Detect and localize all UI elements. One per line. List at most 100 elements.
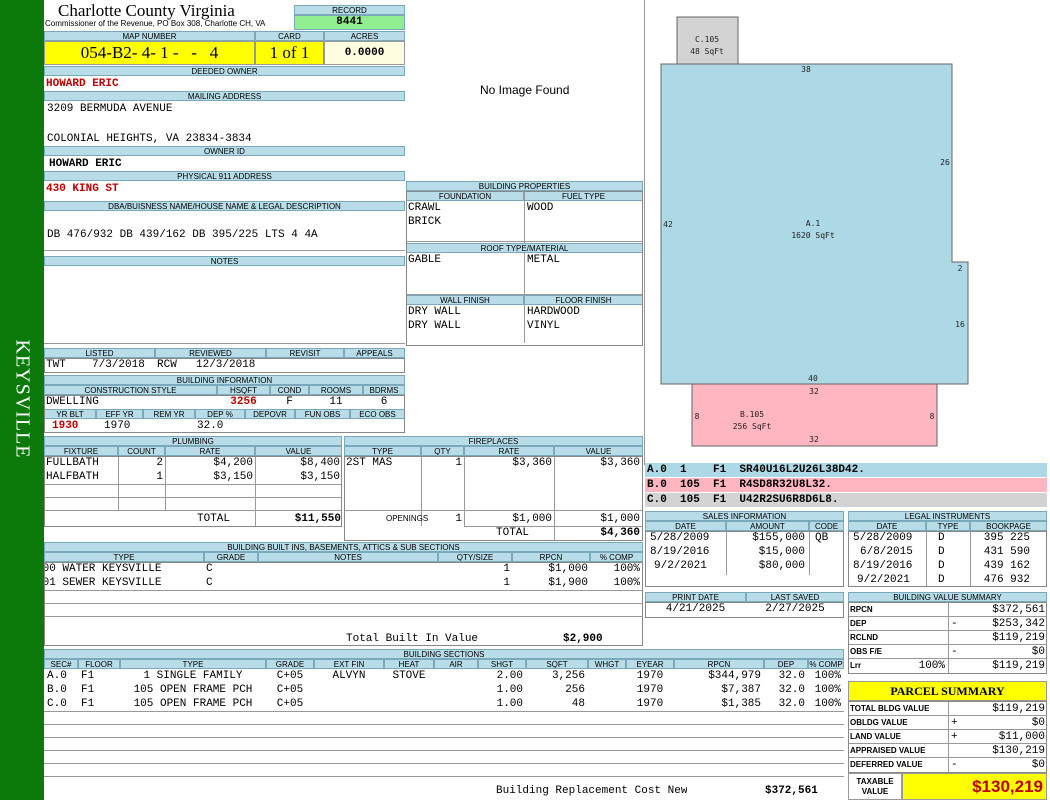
- acres-value: 0.0000: [324, 41, 405, 65]
- builtins-col-type: TYPE: [44, 552, 204, 562]
- fireplaces-header: FIREPLACES: [344, 436, 643, 446]
- mailing-header: MAILING ADDRESS: [44, 91, 405, 101]
- section-col-floor: FLOOR: [78, 659, 120, 669]
- bdrms-header: BDRMS: [363, 385, 405, 395]
- construction-style-header: CONSTRUCTION STYLE: [44, 385, 217, 395]
- section-cell-type: 105 OPEN FRAME PCH: [133, 684, 253, 696]
- divider: [44, 737, 844, 738]
- dim-left: 42: [663, 220, 673, 229]
- record-header: RECORD: [294, 5, 405, 15]
- plumbing-col-fixture: FIXTURE: [44, 446, 118, 456]
- sketch-area-c: 48 SqFt: [690, 47, 724, 56]
- builtins-col-rpcn: RPCN: [512, 552, 590, 562]
- section-cell-rpcn: $7,387: [721, 684, 761, 696]
- sales-header: SALES INFORMATION: [645, 511, 844, 521]
- sales-col-code: CODE: [809, 521, 844, 531]
- dim-top: 38: [801, 65, 811, 74]
- physical-address: 430 KING ST: [46, 183, 119, 195]
- legal-col-bookpage: BOOKPAGE: [970, 521, 1047, 531]
- owner-id-header: OWNER ID: [44, 146, 405, 156]
- notes-header: NOTES: [44, 256, 405, 266]
- building-info-header: BUILDING INFORMATION: [44, 375, 405, 385]
- section-col-sqft: SQFT: [526, 659, 588, 669]
- parcel-box: [848, 701, 1047, 773]
- section-cell-eyear: 1970: [636, 698, 664, 710]
- builtins-header: BUILDING BUILT INS, BASEMENTS, ATTICS & …: [44, 542, 643, 552]
- section-cell-dep: 32.0: [778, 684, 805, 696]
- sections-header: BUILDING SECTIONS: [44, 649, 844, 659]
- commissioner-line: Commissioner of the Revenue, PO Box 308,…: [45, 19, 266, 28]
- section-col-shgt: SHGT: [478, 659, 526, 669]
- deeded-owner-header: DEEDED OWNER: [44, 66, 405, 76]
- section-cell-shgt: 1.00: [496, 698, 523, 710]
- section-col-dep: DEP: [764, 659, 808, 669]
- section-col-grade: GRADE: [266, 659, 314, 669]
- section-cell-sqft: 3,256: [551, 670, 585, 682]
- hsqft-header: HSQFT: [217, 385, 270, 395]
- sales-box: [645, 531, 844, 587]
- section-cell-floor: F1: [81, 698, 95, 710]
- section-col-air: AIR: [434, 659, 478, 669]
- section-cell-sqft: 256: [565, 684, 585, 696]
- rooms-header: ROOMS: [309, 385, 363, 395]
- reviewed-header: REVIEWED: [155, 348, 266, 358]
- section-col-type: TYPE: [120, 659, 266, 669]
- card-number: 1 of 1: [255, 41, 324, 65]
- section-cell-dep: 32.0: [778, 670, 805, 682]
- legal-description: DB 476/932 DB 439/162 DB 395/225 LTS 4 4…: [47, 229, 318, 241]
- print-box: [645, 602, 844, 618]
- dim-b-right: 8: [930, 412, 935, 421]
- record-number: 8441: [294, 15, 405, 30]
- section-cell-shgt: 1.00: [496, 684, 523, 696]
- dim-b-bottom: 32: [809, 435, 819, 444]
- section-cell-comp: 100%: [814, 684, 841, 696]
- traverse-line-c: C.0 105 F1 U42R2SU6R8D6L8.: [645, 493, 1047, 507]
- sales-col-date: DATE: [645, 521, 726, 531]
- section-cell-floor: F1: [81, 684, 95, 696]
- section-cell-dep: 32.0: [778, 698, 805, 710]
- parcel-summary-header: PARCEL SUMMARY: [848, 681, 1047, 701]
- dim-step: 2: [958, 264, 963, 273]
- builtins-col-grade: GRADE: [204, 552, 258, 562]
- traverse-line-b: B.0 105 F1 R4SD8R32U8L32.: [645, 478, 1047, 492]
- fireplace-col-rate: RATE: [464, 446, 554, 456]
- divider: [44, 711, 844, 712]
- section-col-eyear: EYEAR: [626, 659, 674, 669]
- deeded-owner: HOWARD ERIC: [46, 78, 119, 90]
- legal-col-date: DATE: [848, 521, 926, 531]
- dim-b-top: 32: [809, 387, 819, 396]
- dba-header: DBA/BUISNESS NAME/HOUSE NAME & LEGAL DES…: [44, 201, 405, 211]
- builtins-col-comp: % COMP: [590, 552, 643, 562]
- divider: [44, 763, 844, 764]
- divider: [44, 724, 844, 725]
- sketch-label-a: A.1: [806, 219, 821, 228]
- section-cell-sec: A.0: [47, 670, 67, 682]
- builtins-col-qty: QTY/SIZE: [438, 552, 512, 562]
- taxable-label: TAXABLE VALUE: [848, 773, 902, 800]
- building-properties-header: BUILDING PROPERTIES: [406, 181, 643, 191]
- dim-right-2: 16: [955, 320, 965, 329]
- sketch-area-b: 256 SqFt: [733, 422, 772, 431]
- builtins-box: [44, 562, 643, 646]
- map-number-header: MAP NUMBER: [44, 31, 255, 41]
- section-cell-sec: C.0: [47, 698, 67, 710]
- divider: [44, 250, 405, 251]
- map-number: 054-B2- 4- 1 - - 4: [44, 41, 255, 65]
- building-properties-box: [406, 191, 643, 346]
- plumbing-col-value: VALUE: [255, 446, 342, 456]
- section-cell-rpcn: $344,979: [708, 670, 761, 682]
- section-cell-shgt: 2.00: [496, 670, 523, 682]
- sidebar-label: KEYSVILLE: [11, 339, 34, 459]
- section-col-rpcn: RPCN: [674, 659, 764, 669]
- last-saved-header: LAST SAVED: [746, 592, 844, 602]
- taxable-value: $130,219: [902, 773, 1047, 800]
- no-image-text: No Image Found: [480, 83, 570, 97]
- section-col-sec: SEC#: [44, 659, 78, 669]
- cond-header: COND: [270, 385, 309, 395]
- section-col-comp: % COMP: [808, 659, 844, 669]
- fireplace-col-type: TYPE: [344, 446, 421, 456]
- mailing-line1: 3209 BERMUDA AVENUE: [47, 103, 173, 115]
- plumbing-box: [44, 456, 342, 527]
- legal-box: [848, 531, 1047, 587]
- builtins-col-notes: NOTES: [258, 552, 438, 562]
